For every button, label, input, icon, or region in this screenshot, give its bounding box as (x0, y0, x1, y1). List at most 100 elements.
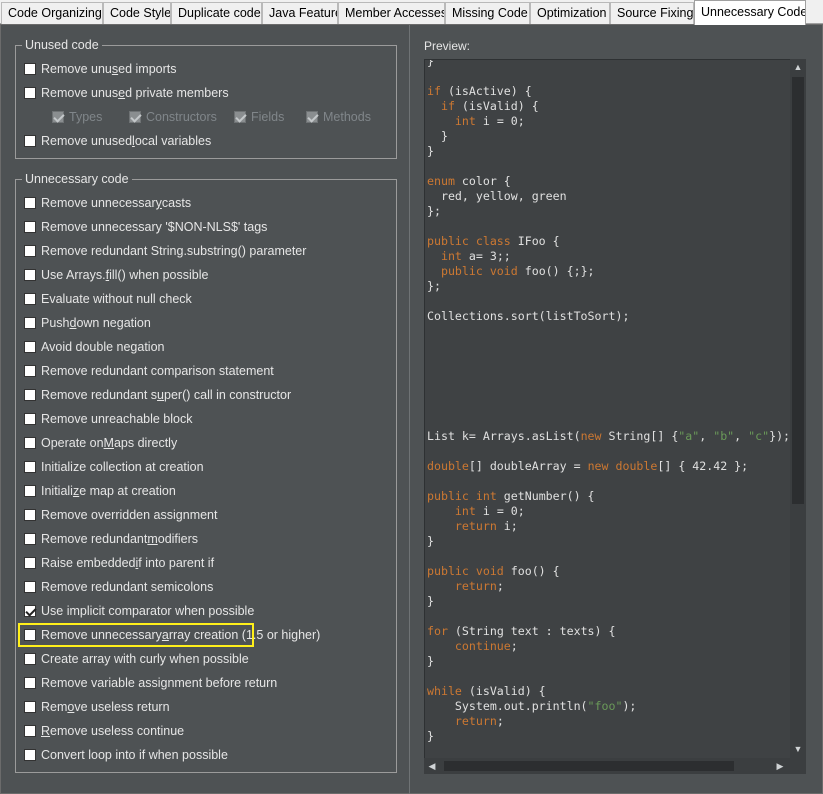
option-create-array-with-curly-when-possible[interactable]: Create array with curly when possible (24, 650, 249, 668)
checkbox[interactable] (24, 269, 36, 281)
checkbox[interactable] (24, 135, 36, 147)
code-text: }; (427, 204, 441, 218)
option-remove-redundant-comparison-statement[interactable]: Remove redundant comparison statement (24, 362, 274, 380)
option-use-arrays-fill-when-possible[interactable]: Use Arrays. f ill() when possible (24, 266, 208, 284)
code-text: i = 0; (475, 504, 525, 518)
option-push-down-negation[interactable]: Push d own negation (24, 314, 151, 332)
checkbox[interactable] (24, 485, 36, 497)
option-remove-unnecessary-casts[interactable]: Remove unnecessar y casts (24, 194, 191, 212)
option-raise-embedded-if-into-parent-if[interactable]: Raise embedded if into parent if (24, 554, 214, 572)
option-convert-loop-into-if-when-possible[interactable]: Convert loop into if when possible (24, 746, 228, 764)
tab-source-fixing[interactable]: Source Fixing (610, 2, 694, 24)
option-label: Remove unused (41, 134, 133, 148)
tab-unnecessary-code[interactable]: Unnecessary Code (694, 0, 806, 25)
option-methods[interactable]: Methods (306, 108, 371, 126)
option-label: casts (161, 196, 192, 210)
option-remove-redundant-super-call-in-constructor[interactable]: Remove redundant s u per() call in constru… (24, 386, 291, 404)
checkbox[interactable] (24, 197, 36, 209)
checkbox[interactable] (24, 533, 36, 545)
code-line: } (427, 60, 790, 69)
tab-duplicate-code[interactable]: Duplicate code (171, 2, 262, 24)
preview-code-area[interactable]: } if (isActive) { if (isValid) { int i = … (424, 59, 806, 774)
mnemonic-char: m (147, 532, 158, 546)
checkbox[interactable] (24, 365, 36, 377)
option-initialize-collection-at-creation[interactable]: Initialize collection at creation (24, 458, 204, 476)
checkbox[interactable] (24, 437, 36, 449)
checkbox[interactable] (24, 63, 36, 75)
option-remove-unnecessary-non-nls-tags[interactable]: Remove unnecessary '$NON-NLS$' tags (24, 218, 267, 236)
vertical-scrollbar[interactable]: ▲ ▼ (790, 59, 806, 774)
scroll-down-arrow-icon[interactable]: ▼ (791, 742, 805, 756)
checkbox[interactable] (24, 581, 36, 593)
code-line: continue; (427, 639, 790, 654)
checkbox[interactable] (24, 557, 36, 569)
checkbox[interactable] (24, 701, 36, 713)
vertical-scroll-thumb[interactable] (792, 77, 804, 504)
horizontal-scrollbar[interactable]: ◀ ▶ (424, 758, 790, 774)
option-label: Remove unu (41, 62, 112, 76)
code-line: public void foo() { (427, 564, 790, 579)
option-remove-useless-return[interactable]: Rem o ve useless return (24, 698, 170, 716)
tab-member-accesses[interactable]: Member Accesses (338, 2, 445, 24)
option-remove-unreachable-block[interactable]: Remove unreachable block (24, 410, 192, 428)
option-remove-overridden-assignment[interactable]: Remove overridden assignment (24, 506, 217, 524)
checkbox[interactable] (24, 509, 36, 521)
checkbox[interactable] (24, 677, 36, 689)
option-remove-variable-assignment-before-return[interactable]: Remove variable assignment before return (24, 674, 277, 692)
code-text: }); (769, 429, 791, 443)
checkbox[interactable] (24, 605, 36, 617)
option-remove-redundant-modifiers[interactable]: Remove redundant m odifiers (24, 530, 198, 548)
option-types[interactable]: Types (52, 108, 102, 126)
code-text: i = 0; (475, 114, 525, 128)
checkbox[interactable] (129, 111, 141, 123)
checkbox[interactable] (24, 461, 36, 473)
code-text: (isValid) { (454, 99, 539, 113)
checkbox[interactable] (24, 245, 36, 257)
option-use-implicit-comparator-when-possible[interactable]: Use implicit comparator when possible (24, 602, 254, 620)
option-remove-unused-imports[interactable]: Remove unu s ed imports (24, 60, 176, 78)
code-line: public void foo() {;}; (427, 264, 790, 279)
checkbox[interactable] (24, 725, 36, 737)
scroll-left-arrow-icon[interactable]: ◀ (425, 759, 439, 773)
checkbox[interactable] (234, 111, 246, 123)
checkbox[interactable] (24, 87, 36, 99)
option-remove-useless-continue[interactable]: Remove useless continue (24, 722, 184, 740)
option-remove-unused-local-variables[interactable]: Remove unused l ocal variables (24, 132, 211, 150)
checkbox[interactable] (306, 111, 318, 123)
option-evaluate-without-null-check[interactable]: Evaluate without null check (24, 290, 192, 308)
scroll-up-arrow-icon[interactable]: ▲ (791, 60, 805, 74)
tab-bar: Code Organizing Code Style Duplicate code J… (0, 0, 823, 25)
option-remove-redundant-string-substring-parameter[interactable]: Remove redundant String.substring() para… (24, 242, 306, 260)
tab-optimization[interactable]: Optimization (530, 2, 610, 24)
checkbox[interactable] (24, 749, 36, 761)
scroll-right-arrow-icon[interactable]: ▶ (773, 759, 787, 773)
option-remove-redundant-semicolons[interactable]: Remove redundant semicolons (24, 578, 213, 596)
option-remove-unused-private-members[interactable]: Remove unus e d private members (24, 84, 229, 102)
code-line: red, yellow, green (427, 189, 790, 204)
checkbox[interactable] (24, 413, 36, 425)
checkbox[interactable] (24, 341, 36, 353)
tab-code-style[interactable]: Code Style (103, 2, 171, 24)
split-divider[interactable] (409, 25, 410, 794)
checkbox[interactable] (24, 653, 36, 665)
checkbox[interactable] (24, 293, 36, 305)
option-avoid-double-negation[interactable]: Avoid double negation (24, 338, 165, 356)
option-constructors[interactable]: Constructors (129, 108, 217, 126)
code-line: double[] doubleArray = new double[] { 42… (427, 459, 790, 474)
tab-missing-code[interactable]: Missing Code (445, 2, 530, 24)
horizontal-scroll-thumb[interactable] (444, 761, 734, 771)
option-initialize-map-at-creation[interactable]: Initiali z e map at creation (24, 482, 176, 500)
checkbox[interactable] (52, 111, 64, 123)
option-operate-on-maps-directly[interactable]: Operate on Maps directly (24, 434, 177, 452)
option-label: Remove unus (41, 86, 119, 100)
checkbox[interactable] (24, 389, 36, 401)
tab-java-feature[interactable]: Java Feature (262, 2, 338, 24)
code-line: public class IFoo { (427, 234, 790, 249)
tab-code-organizing[interactable]: Code Organizing (1, 2, 103, 24)
checkbox[interactable] (24, 221, 36, 233)
checkbox[interactable] (24, 317, 36, 329)
option-fields[interactable]: Fields (234, 108, 284, 126)
